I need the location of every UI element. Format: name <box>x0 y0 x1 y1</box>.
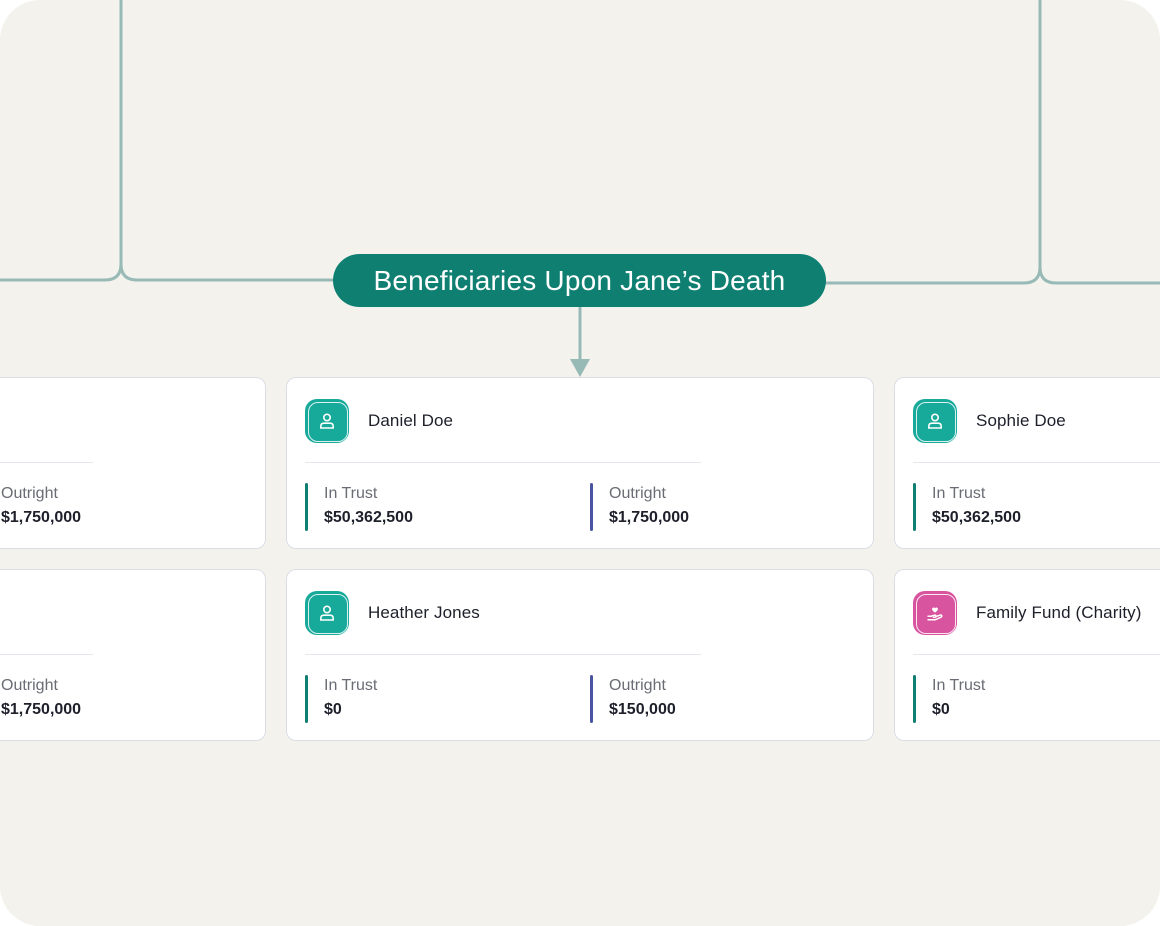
card-header: Heather Jones <box>305 591 480 635</box>
metric-label: In Trust <box>932 677 986 694</box>
metric-label: In Trust <box>932 485 986 502</box>
diagram-canvas: Beneficiaries Upon Jane’s Death Outright… <box>0 0 1160 926</box>
metric-in-trust: In Trust $0 <box>913 675 985 723</box>
outright-bar <box>590 675 593 723</box>
card-divider <box>305 654 701 655</box>
beneficiary-card-daniel-doe[interactable]: Daniel Doe In Trust $50,362,500 Outright… <box>286 377 874 549</box>
metric-value: $50,362,500 <box>324 509 413 526</box>
in-trust-bar <box>305 483 308 531</box>
metric-value: $50,362,500 <box>932 509 1021 526</box>
in-trust-bar <box>305 675 308 723</box>
metric-label: In Trust <box>324 677 378 694</box>
title-pill: Beneficiaries Upon Jane’s Death <box>333 254 826 307</box>
connector-left-branch <box>0 0 123 282</box>
metric-value: $150,000 <box>609 701 676 718</box>
metric-label: Outright <box>609 677 666 694</box>
card-divider <box>0 462 93 463</box>
outright-bar <box>590 483 593 531</box>
beneficiary-name: Sophie Doe <box>976 411 1066 430</box>
person-icon <box>305 399 349 443</box>
metric-outright: Outright $1,750,000 <box>0 483 81 531</box>
beneficiary-name: Heather Jones <box>368 603 480 622</box>
in-trust-bar <box>913 675 916 723</box>
metric-outright: Outright $150,000 <box>590 675 676 723</box>
card-divider <box>913 462 1160 463</box>
metric-value: $1,750,000 <box>609 509 690 526</box>
beneficiary-card-left-top[interactable]: Outright $1,750,000 <box>0 377 266 549</box>
card-divider <box>305 462 701 463</box>
beneficiary-card-heather-jones[interactable]: Heather Jones In Trust $0 Outright $150,… <box>286 569 874 741</box>
card-divider <box>913 654 1160 655</box>
metric-value: $0 <box>932 701 950 718</box>
person-icon <box>913 399 957 443</box>
in-trust-bar <box>913 483 916 531</box>
beneficiary-name: Daniel Doe <box>368 411 454 430</box>
metric-outright: Outright $1,750,000 <box>590 483 689 531</box>
charity-hand-heart-icon <box>913 591 957 635</box>
card-header: Daniel Doe <box>305 399 453 443</box>
metric-value: $0 <box>324 701 342 718</box>
metric-in-trust: In Trust $50,362,500 <box>305 483 413 531</box>
metric-outright: Outright $1,750,000 <box>0 675 81 723</box>
metric-label: Outright <box>609 485 666 502</box>
beneficiary-card-sophie-doe[interactable]: Sophie Doe In Trust $50,362,500 <box>894 377 1160 549</box>
beneficiary-card-left-bottom[interactable]: Outright $1,750,000 <box>0 569 266 741</box>
card-header: Sophie Doe <box>913 399 1066 443</box>
connector-right-branch <box>1038 266 1160 285</box>
metric-label: Outright <box>1 485 58 502</box>
card-divider <box>0 654 93 655</box>
metric-value: $1,750,000 <box>1 509 82 526</box>
metric-in-trust: In Trust $0 <box>305 675 377 723</box>
metric-in-trust: In Trust $50,362,500 <box>913 483 1021 531</box>
card-header: Family Fund (Charity) <box>913 591 1142 635</box>
connector-right-to-title <box>820 0 1042 285</box>
person-icon <box>305 591 349 635</box>
connector-left-to-title <box>119 263 340 282</box>
metric-label: In Trust <box>324 485 378 502</box>
metric-value: $1,750,000 <box>1 701 82 718</box>
beneficiary-name: Family Fund (Charity) <box>976 603 1142 622</box>
arrowhead-down <box>570 359 590 377</box>
beneficiary-card-family-fund[interactable]: Family Fund (Charity) In Trust $0 <box>894 569 1160 741</box>
metric-label: Outright <box>1 677 58 694</box>
